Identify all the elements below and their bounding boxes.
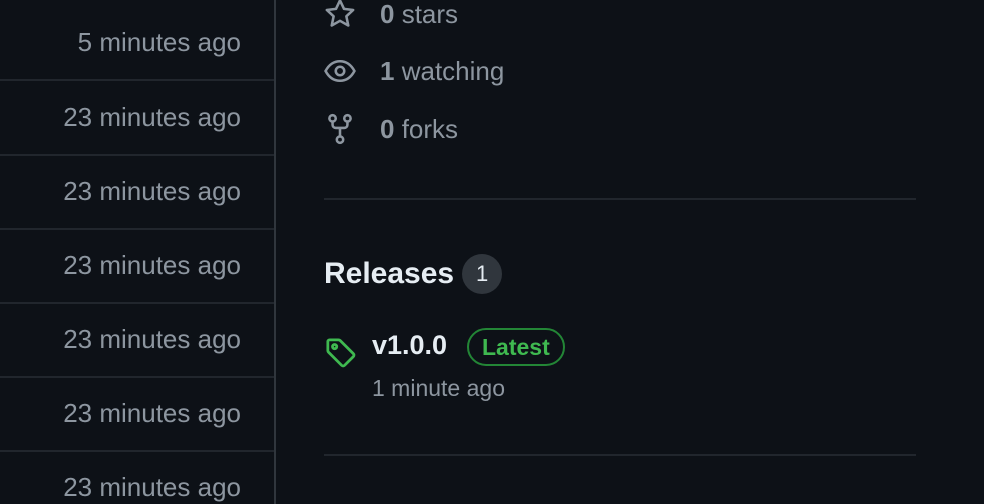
commit-time[interactable]: 23 minutes ago [63,450,241,504]
commit-time[interactable]: 23 minutes ago [63,80,241,154]
commit-time[interactable]: 23 minutes ago [63,302,241,376]
forks-count: 0 [380,113,395,144]
file-row[interactable]: 23 minutes ago [0,376,274,452]
forks-text: 0 forks [380,114,458,145]
commit-time[interactable]: 23 minutes ago [63,376,241,450]
stars-count: 0 [380,0,395,29]
forks-label: forks [401,113,459,144]
releases-count-badge: 1 [462,254,503,294]
release-name-link[interactable]: v1.0.0 [372,330,447,361]
repo-page: 5 minutes ago 23 minutes ago 23 minutes … [0,0,984,504]
latest-badge: Latest [467,328,565,366]
section-divider [324,454,916,456]
eye-icon [323,54,357,88]
release-time: 1 minute ago [372,375,505,401]
releases-title[interactable]: Releases [324,257,454,291]
section-divider [324,198,916,200]
star-icon [323,0,357,31]
stars-text: 0 stars [380,0,458,30]
commit-time[interactable]: 23 minutes ago [63,228,241,302]
watching-text: 1 watching [380,56,504,87]
file-row[interactable]: 23 minutes ago [0,80,274,156]
release-item: v1.0.0 Latest 1 minute ago [324,326,884,406]
commit-time[interactable]: 5 minutes ago [78,5,241,79]
file-row[interactable]: 23 minutes ago [0,302,274,378]
file-row[interactable]: 23 minutes ago [0,154,274,230]
watching-label: watching [401,55,505,86]
forks-link[interactable]: 0 forks [323,109,458,149]
watching-count: 1 [380,55,395,86]
file-row[interactable]: 23 minutes ago [0,228,274,304]
watching-link[interactable]: 1 watching [323,51,504,91]
commit-time[interactable]: 23 minutes ago [63,154,241,228]
file-list: 5 minutes ago 23 minutes ago 23 minutes … [0,0,276,504]
tag-icon [324,336,358,370]
file-row[interactable]: 23 minutes ago [0,450,274,504]
releases-header: Releases 1 [324,252,503,296]
file-row[interactable]: 5 minutes ago [0,5,274,81]
stars-link[interactable]: 0 stars [323,0,458,34]
fork-icon [323,112,357,146]
stars-label: stars [401,0,459,29]
